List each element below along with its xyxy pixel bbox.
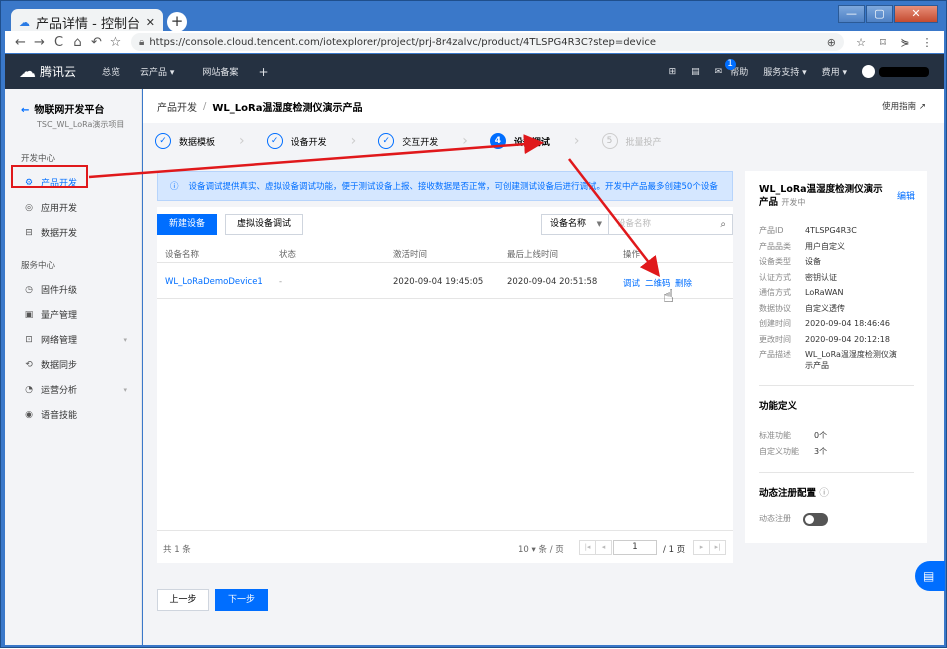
annotation-arrow-to-qrcode [568,158,661,277]
annotation-arrow-to-step [88,134,544,179]
browser-window: ☁ 产品详情 - 控制台 ✕ + ▾ — ▢ ✕ ← → C ⌂ ↶ ☆ 🔒︎ … [0,0,947,648]
annotation-arrows [88,134,661,277]
